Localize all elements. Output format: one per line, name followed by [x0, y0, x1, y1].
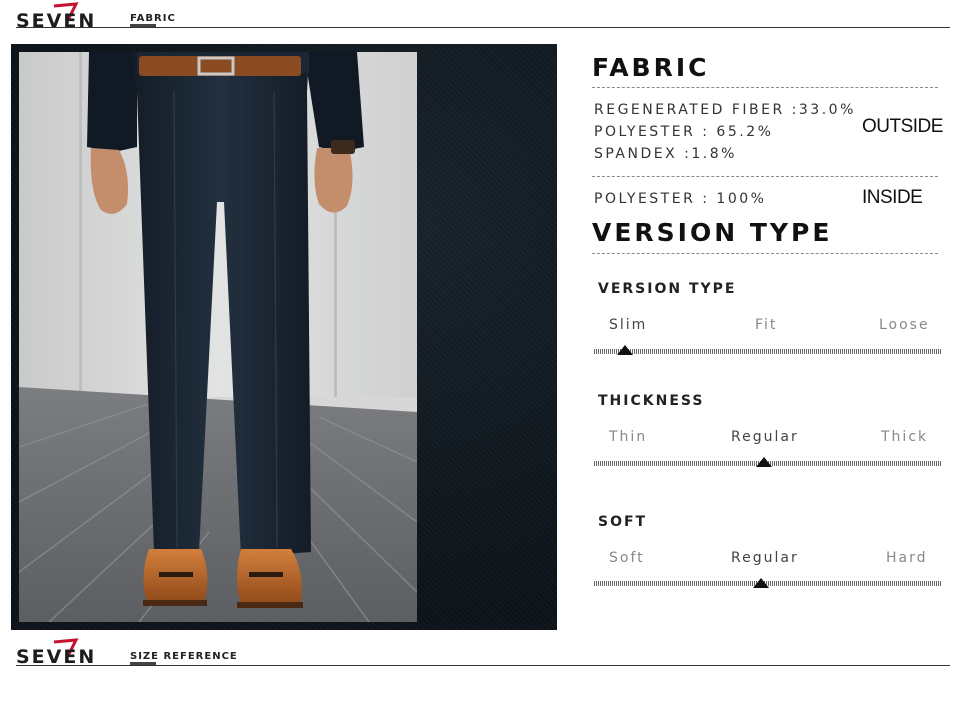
- scale-option-thick: Thick: [881, 429, 929, 445]
- product-photo: [19, 52, 417, 622]
- version-divider: [592, 253, 938, 254]
- footer-section-label: SIZE REFERENCE: [130, 651, 238, 662]
- seven-logo-icon: SEVEN: [16, 2, 94, 30]
- scale-option-loose: Loose: [879, 317, 930, 333]
- scale-title-thickness: THICKNESS: [598, 393, 705, 409]
- footer-brand-logo: SEVEN: [16, 638, 126, 666]
- fabric-divider-top: [592, 87, 938, 88]
- scale-marker-version-type-icon: [617, 345, 633, 355]
- scale-option-soft: Soft: [609, 550, 645, 566]
- fabric-title: FABRIC: [592, 53, 710, 82]
- scale-marker-soft-icon: [753, 578, 769, 588]
- scale-option-regular-softness: Regular: [731, 550, 799, 566]
- scale-title-version-type: VERSION TYPE: [598, 281, 737, 297]
- brand-logo: SEVEN: [16, 2, 126, 30]
- scale-track-version-type: [594, 349, 942, 354]
- fabric-divider-mid: [592, 176, 938, 177]
- scale-option-slim: Slim: [609, 317, 648, 333]
- header-rule: [16, 27, 950, 28]
- seven-logo-icon-footer: SEVEN: [16, 638, 96, 666]
- inside-tag: INSIDE: [862, 187, 923, 208]
- inside-composition: POLYESTER : 100%: [594, 191, 767, 207]
- scale-option-regular-thickness: Regular: [731, 429, 799, 445]
- svg-text:SEVEN: SEVEN: [16, 646, 96, 666]
- outside-line-regenerated-fiber: REGENERATED FIBER :33.0%: [594, 102, 856, 118]
- scale-title-soft: SOFT: [598, 514, 648, 530]
- scale-marker-thickness-icon: [756, 457, 772, 467]
- header-section-label: FABRIC: [130, 13, 176, 24]
- footer-rule: [16, 665, 950, 666]
- scale-option-fit: Fit: [755, 317, 778, 333]
- version-type-title: VERSION TYPE: [592, 218, 833, 247]
- outside-composition: REGENERATED FIBER :33.0% POLYESTER : 65.…: [594, 99, 864, 165]
- scale-option-thin: Thin: [609, 429, 648, 445]
- outside-line-spandex: SPANDEX :1.8%: [594, 146, 737, 162]
- trousers-model-image: [19, 52, 417, 622]
- scale-option-hard: Hard: [886, 550, 928, 566]
- outside-tag: OUTSIDE: [862, 116, 943, 137]
- outside-line-polyester: POLYESTER : 65.2%: [594, 124, 774, 140]
